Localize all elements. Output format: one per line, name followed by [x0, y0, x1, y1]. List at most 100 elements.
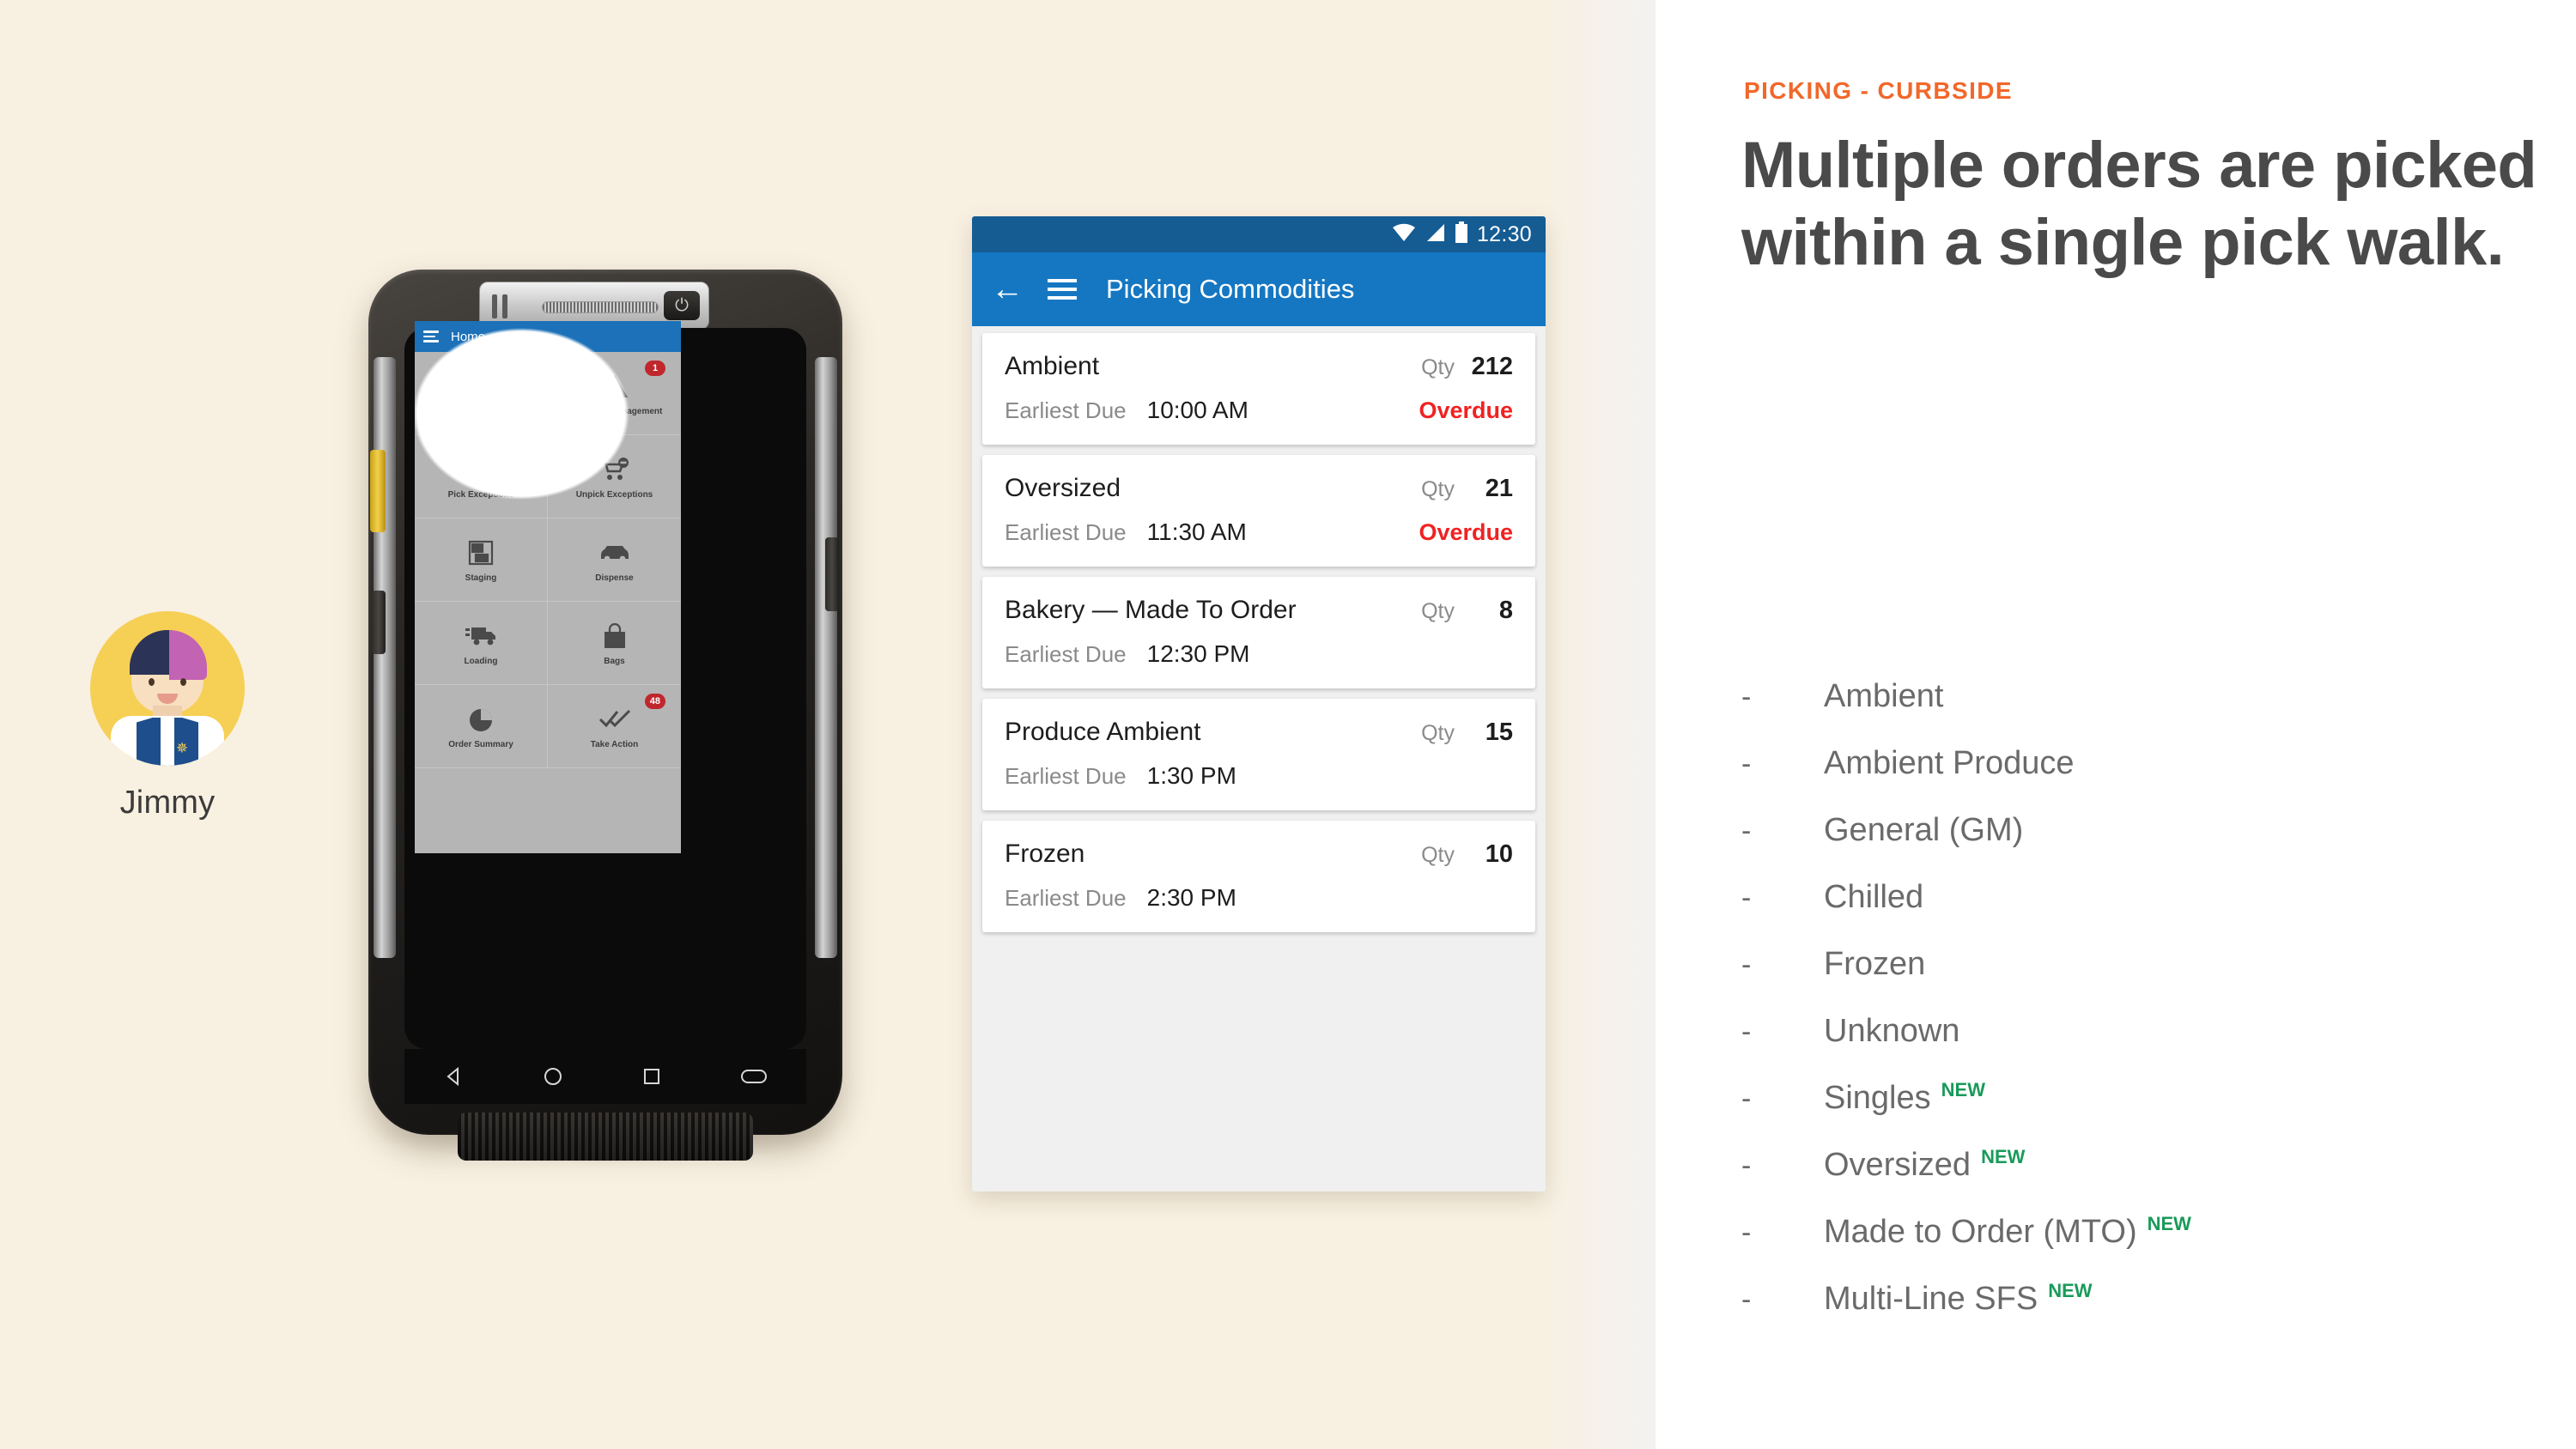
- bullet-marker: -: [1741, 815, 1752, 847]
- list-item-label: General (GM): [1824, 812, 2024, 848]
- page-title: Multiple orders are picked within a sing…: [1741, 129, 2537, 279]
- tile-unpick-exceptions[interactable]: Unpick Exceptions: [548, 435, 681, 518]
- status-badge: Overdue: [1419, 397, 1513, 423]
- list-item-label: Frozen: [1824, 946, 1926, 982]
- avatar-hair-purple: [169, 630, 207, 680]
- commodity-name: Ambient: [1005, 352, 1100, 380]
- bullet-marker: -: [1741, 1016, 1752, 1048]
- app-bar-title: Picking Commodities: [1106, 274, 1355, 304]
- android-navigation-bar: [404, 1049, 806, 1104]
- due-value: 10:00 AM: [1146, 397, 1249, 423]
- due-label: Earliest Due: [1005, 885, 1127, 911]
- hamburger-menu-icon[interactable]: [423, 330, 439, 343]
- cell-signal-icon: [1425, 222, 1446, 247]
- tile-label: Bags: [604, 657, 625, 667]
- list-item: - Unknown: [1741, 1013, 2514, 1080]
- tile-order-summary[interactable]: Order Summary: [415, 685, 548, 768]
- cart-warning-icon: [465, 452, 496, 487]
- status-badge: Overdue: [1419, 519, 1513, 545]
- cart-minus-icon: [599, 452, 630, 487]
- due-label: Earliest Due: [1005, 763, 1127, 789]
- tile-label: Pick Exceptions: [447, 490, 514, 500]
- warning-triangle-icon: [601, 369, 629, 403]
- qty-value: 8: [1498, 597, 1513, 624]
- tile-loading[interactable]: Loading: [415, 602, 548, 685]
- due-label: Earliest Due: [1005, 519, 1127, 545]
- commodity-name: Frozen: [1005, 840, 1085, 868]
- commodity-card[interactable]: Oversized Qty 21 Earliest Due 11:30 AM O…: [982, 455, 1535, 567]
- volume-button[interactable]: [372, 591, 386, 654]
- side-scan-button[interactable]: [825, 537, 839, 611]
- avatar-eye-right: [180, 678, 186, 686]
- bullet-marker: -: [1741, 1149, 1752, 1182]
- android-menu-pill-icon[interactable]: [739, 1065, 769, 1088]
- commodity-card[interactable]: Produce Ambient Qty 15 Earliest Due 1:30…: [982, 699, 1535, 810]
- qty-label: Qty: [1421, 599, 1455, 623]
- bullet-marker: -: [1741, 1082, 1752, 1115]
- tile-label: Unpick Exceptions: [575, 490, 653, 500]
- tile-pick-exceptions[interactable]: Pick Exceptions: [415, 435, 548, 518]
- tile-dispense[interactable]: Dispense: [548, 518, 681, 602]
- new-badge: NEW: [1941, 1079, 1985, 1100]
- scan-trigger-button[interactable]: [370, 450, 386, 532]
- due-value: 1:30 PM: [1146, 762, 1236, 789]
- android-back-icon[interactable]: [443, 1065, 465, 1088]
- home-tile-grid: 12 Picking 1 Exception Management Pick E…: [415, 352, 681, 768]
- device-side-rail-right: [815, 357, 837, 958]
- android-recents-icon[interactable]: [641, 1065, 663, 1088]
- qty-label: Qty: [1421, 721, 1455, 745]
- qty-label: Qty: [1421, 477, 1455, 501]
- double-check-icon: [598, 702, 631, 737]
- android-home-icon[interactable]: [542, 1065, 564, 1088]
- new-badge: NEW: [2147, 1213, 2191, 1234]
- list-item-label: Multi-Line SFS: [1824, 1281, 2038, 1317]
- tile-badge: 48: [644, 694, 665, 709]
- tile-badge: 12: [510, 361, 532, 376]
- list-item-label: Unknown: [1824, 1013, 1960, 1049]
- persona-name: Jimmy: [119, 785, 216, 821]
- list-item: - Frozen: [1741, 946, 2514, 1013]
- commodity-card[interactable]: Frozen Qty 10 Earliest Due 2:30 PM: [982, 821, 1535, 932]
- qty-label: Qty: [1421, 355, 1455, 379]
- tile-staging[interactable]: Staging: [415, 518, 548, 602]
- new-badge: NEW: [1981, 1146, 2026, 1167]
- avatar: ✵: [90, 611, 245, 766]
- avatar-eye-left: [149, 678, 155, 686]
- tile-bags[interactable]: Bags: [548, 602, 681, 685]
- power-button-icon[interactable]: ⏻: [664, 291, 700, 320]
- device-screen: Home 12 Picking 1 Exception Management P…: [415, 321, 681, 853]
- device-app-header: Home: [415, 321, 681, 352]
- list-item-label: Oversized: [1824, 1147, 1971, 1183]
- left-illustration-panel: ✵ Jimmy ⏻ ☰ZEBRA Home: [0, 0, 1656, 1449]
- tile-take-action[interactable]: 48 Take Action: [548, 685, 681, 768]
- tile-label: Order Summary: [448, 740, 513, 750]
- tile-badge: 1: [645, 361, 665, 376]
- list-item: - Singles NEW: [1741, 1079, 2514, 1147]
- bullet-marker: -: [1741, 1216, 1752, 1249]
- persona-block: ✵ Jimmy: [86, 611, 249, 822]
- picking-commodities-mockup: 12:30 ← Picking Commodities Ambient Qty …: [972, 216, 1546, 1191]
- shopping-bag-icon: [603, 619, 627, 653]
- back-arrow-icon[interactable]: ←: [991, 273, 1024, 306]
- list-item: - Ambient: [1741, 678, 2514, 745]
- hamburger-menu-icon[interactable]: [1048, 279, 1077, 300]
- list-item-label: Singles: [1824, 1080, 1931, 1116]
- tile-picking[interactable]: 12 Picking: [415, 352, 548, 435]
- commodity-name: Oversized: [1005, 474, 1121, 502]
- avatar-vest-zip: [161, 718, 174, 766]
- tile-label: Take Action: [590, 740, 639, 750]
- qty-value: 10: [1485, 840, 1513, 868]
- device-side-rail-left: [374, 357, 396, 958]
- commodity-card[interactable]: Ambient Qty 212 Earliest Due 10:00 AM Ov…: [982, 333, 1535, 445]
- tile-label: Exception Management: [566, 407, 663, 417]
- commodity-name: Bakery — Made To Order: [1005, 596, 1297, 624]
- list-item: - Chilled: [1741, 879, 2514, 946]
- commodity-type-list: - Ambient - Ambient Produce - General (G…: [1741, 678, 2514, 1348]
- status-clock: 12:30: [1476, 221, 1532, 246]
- list-item-label: Chilled: [1824, 879, 1924, 915]
- due-label: Earliest Due: [1005, 641, 1127, 667]
- tile-label: Staging: [465, 573, 497, 584]
- commodity-card[interactable]: Bakery — Made To Order Qty 8 Earliest Du…: [982, 577, 1535, 688]
- qty-value: 21: [1485, 475, 1513, 502]
- tile-exception-management[interactable]: 1 Exception Management: [548, 352, 681, 435]
